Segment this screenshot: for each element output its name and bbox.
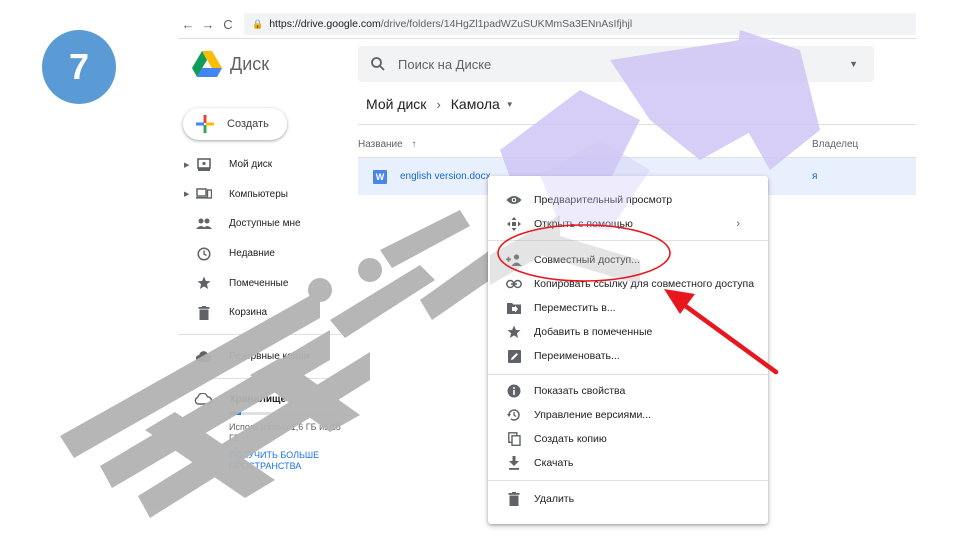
cloud-icon [196,348,212,364]
sidebar-divider [178,378,343,379]
star-icon [196,275,212,291]
menu-item-rename[interactable]: Переименовать... [488,344,768,368]
sidebar-item-trash[interactable]: Корзина [180,298,345,328]
search-options-dropdown-icon[interactable]: ▼ [849,59,858,69]
search-input[interactable] [398,56,798,72]
menu-item-properties[interactable]: Показать свойства [488,379,768,403]
add-person-icon [506,252,522,268]
menu-divider [488,374,768,375]
sidebar-item-computers[interactable]: ▶ Компьютеры [180,180,345,210]
sidebar-item-my-drive[interactable]: ▶ Мой диск [180,150,345,180]
sidebar: ▶ Мой диск ▶ Компьютеры Доступные мне Не… [180,150,345,328]
breadcrumb: Мой диск › Камола ▼ [366,96,514,112]
column-header-owner[interactable]: Владелец [812,139,858,150]
sidebar-item-backups[interactable]: Резервные копии [180,344,345,368]
menu-item-share[interactable]: Совместный доступ... [488,248,768,272]
menu-item-add-starred[interactable]: Добавить в помеченные [488,320,768,344]
trash-icon [196,305,212,321]
breadcrumb-current[interactable]: Камола [451,96,500,112]
copy-icon [506,431,522,447]
file-owner: я [812,171,818,182]
search-icon[interactable] [370,56,386,72]
star-icon [506,324,522,340]
drive-icon [196,157,212,173]
search-box[interactable]: ▼ [358,46,874,82]
sidebar-item-recent[interactable]: Недавние [180,239,345,269]
rename-icon [506,348,522,364]
app-title[interactable]: Диск [230,54,269,75]
file-name: english version.docx [400,171,491,182]
open-with-icon [506,216,522,232]
menu-item-copy-link[interactable]: Копировать ссылку для совместного доступ… [488,272,768,296]
google-drive-logo-icon[interactable] [192,51,222,77]
menu-item-delete[interactable]: Удалить [488,487,768,511]
storage-used-text: Использовано 1,6 ГБ из 15 ГБ [229,422,341,443]
address-bar[interactable]: 🔒 https://drive.google.com/drive/folders… [244,13,916,35]
sidebar-item-shared[interactable]: Доступные мне [180,209,345,239]
menu-item-open-with[interactable]: Открыть с помощью › [488,212,768,236]
sort-up-arrow-icon[interactable]: ↑ [411,139,416,150]
submenu-arrow-icon: › [736,218,740,230]
expand-arrow-icon[interactable]: ▶ [184,190,189,198]
browser-toolbar: ← → C 🔒 https://drive.google.com/drive/f… [178,12,916,36]
menu-divider [488,480,768,481]
forward-arrow-icon[interactable]: → [198,17,218,32]
storage-title: Хранилище [229,394,287,405]
reload-icon[interactable]: C [218,17,238,32]
create-button[interactable]: Создать [183,108,287,140]
storage-usage-bar [229,412,341,415]
clock-icon [196,246,212,262]
menu-item-download[interactable]: Скачать [488,451,768,475]
info-icon [506,383,522,399]
url-text: https://drive.google.com/drive/folders/1… [269,18,633,30]
storage-usage-fill [229,412,241,415]
breadcrumb-root[interactable]: Мой диск [366,96,426,112]
plus-icon [196,115,214,133]
lock-icon: 🔒 [252,18,264,29]
cloud-outline-icon [194,392,213,410]
browser-divider [178,38,916,39]
expand-arrow-icon[interactable]: ▶ [184,161,189,169]
history-icon [506,407,522,423]
sidebar-item-starred[interactable]: Помеченные [180,268,345,298]
create-button-label: Создать [227,118,269,130]
word-document-icon: W [373,170,387,184]
menu-item-preview[interactable]: Предварительный просмотр [488,188,768,212]
folder-dropdown-icon[interactable]: ▼ [506,100,514,109]
move-folder-icon [506,300,522,316]
column-header-name[interactable]: Название ↑ [358,139,416,150]
chevron-right-icon: › [436,96,441,112]
menu-item-manage-versions[interactable]: Управление версиями... [488,403,768,427]
back-arrow-icon[interactable]: ← [178,17,198,32]
menu-item-move-to[interactable]: Переместить в... [488,296,768,320]
toolbar-divider [358,124,916,125]
sidebar-divider [178,334,343,335]
context-menu: Предварительный просмотр Открыть с помощ… [488,176,768,524]
get-more-storage-link[interactable]: ПОЛУЧИТЬ БОЛЬШЕ ПРОСТРАНСТВА [229,450,341,472]
step-number-badge: 7 [42,30,116,104]
people-icon [196,216,212,232]
menu-divider [488,240,768,241]
menu-item-make-copy[interactable]: Создать копию [488,427,768,451]
link-icon [506,276,522,292]
download-icon [506,455,522,471]
trash-icon [506,491,522,507]
eye-icon [506,192,522,208]
computers-icon [196,186,212,202]
